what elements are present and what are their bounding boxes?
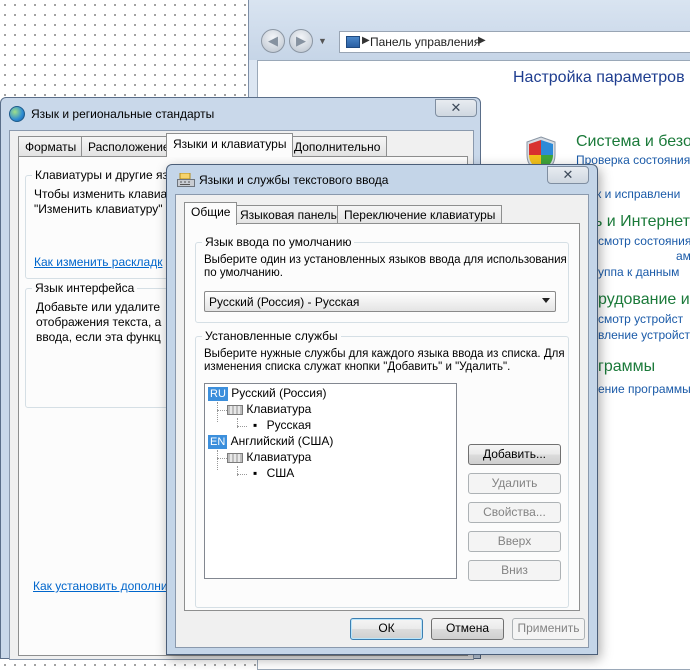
default-language-group: Язык ввода по умолчанию Выберите один из… bbox=[195, 235, 569, 323]
group-description: по умолчанию. bbox=[204, 267, 283, 279]
group-legend: Язык ввода по умолчанию bbox=[202, 235, 355, 249]
forward-button[interactable]: ▶ bbox=[289, 29, 313, 53]
category-link[interactable]: смотр состояния bbox=[598, 234, 690, 248]
control-panel-toolbar: ◀ ▶ ▼ ▶ Панель управления ▶ bbox=[249, 0, 690, 60]
tree-item-language[interactable]: RU Русский (Россия) bbox=[208, 386, 326, 401]
tab-administrative[interactable]: Дополнительно bbox=[287, 136, 388, 156]
tree-line bbox=[217, 458, 227, 459]
remove-button[interactable]: Удалить bbox=[468, 473, 561, 494]
group-description: Выберите нужные службы для каждого языка… bbox=[204, 348, 565, 360]
tab-language-bar[interactable]: Языковая панель bbox=[233, 205, 344, 224]
category-link[interactable]: уппа к данным bbox=[598, 265, 679, 279]
category-link[interactable]: вление устройст bbox=[598, 328, 690, 342]
address-bar[interactable]: ▶ Панель управления ▶ bbox=[339, 31, 690, 53]
cancel-button[interactable]: Отмена bbox=[431, 618, 504, 640]
language-name: Русский (Россия) bbox=[231, 386, 327, 400]
close-button[interactable]: ✕ bbox=[547, 166, 589, 184]
selected-language: Русский (Россия) - Русская bbox=[209, 295, 360, 309]
category-link[interactable]: смотр устройст bbox=[598, 312, 683, 326]
tree-item-layout[interactable]: ▪ Русская bbox=[253, 418, 311, 432]
recent-pages-icon[interactable]: ▼ bbox=[318, 36, 327, 46]
category-programs[interactable]: граммы bbox=[598, 358, 655, 376]
services-tree[interactable]: RU Русский (Россия) Клавиатура ▪ Русская… bbox=[204, 383, 457, 579]
keyboard-icon bbox=[227, 452, 243, 463]
language-badge: RU bbox=[208, 387, 228, 401]
chevron-right-icon[interactable]: ▶ bbox=[362, 35, 370, 46]
language-badge: EN bbox=[208, 435, 228, 449]
tree-line bbox=[237, 426, 247, 427]
change-layout-link[interactable]: Как изменить раскладк bbox=[34, 255, 162, 269]
installed-services-group: Установленные службы Выберите нужные слу… bbox=[195, 329, 569, 608]
group-text: Чтобы изменить клавиа bbox=[34, 187, 168, 201]
category-link[interactable]: ам д bbox=[676, 249, 690, 263]
tree-item-layout[interactable]: ▪ США bbox=[253, 466, 294, 480]
window-title: Язык и региональные стандарты bbox=[31, 107, 215, 121]
tree-line bbox=[217, 402, 218, 422]
category-link[interactable]: к и исправлени bbox=[596, 187, 680, 201]
category-name: Клавиатура bbox=[246, 402, 312, 416]
layout-name: Русская bbox=[266, 418, 312, 432]
install-languages-link[interactable]: Как установить дополнит bbox=[33, 579, 173, 593]
group-text: отображения текста, а bbox=[36, 315, 162, 329]
group-text: ввода, если эта функц bbox=[36, 330, 161, 344]
bullet-icon: ▪ bbox=[253, 466, 258, 480]
category-system-security[interactable]: Система и безоп bbox=[576, 133, 690, 151]
tree-line bbox=[217, 410, 227, 411]
tree-item-category[interactable]: Клавиатура bbox=[227, 450, 311, 464]
bullet-icon: ▪ bbox=[253, 418, 258, 432]
group-description: Выберите один из установленных языков вв… bbox=[204, 254, 567, 266]
tree-line bbox=[237, 474, 247, 475]
tree-item-language[interactable]: EN Английский (США) bbox=[208, 434, 333, 449]
apply-button[interactable]: Применить bbox=[512, 618, 585, 640]
tab-formats[interactable]: Форматы bbox=[18, 136, 84, 156]
tab-general[interactable]: Общие bbox=[184, 202, 238, 225]
category-name: Клавиатура bbox=[246, 450, 312, 464]
ok-button[interactable]: ОК bbox=[350, 618, 423, 640]
tab-panel: Язык ввода по умолчанию Выберите один из… bbox=[184, 223, 580, 611]
text-services-dialog: Языки и службы текстового ввода ✕ Общие … bbox=[166, 164, 598, 655]
tab-keyboards-languages[interactable]: Языки и клавиатуры bbox=[166, 133, 294, 157]
title-bar[interactable]: Язык и региональные стандарты ✕ bbox=[1, 98, 480, 130]
group-legend: Клавиатуры и другие яз bbox=[32, 168, 171, 182]
category-network-internet[interactable]: ь и Интернет bbox=[594, 213, 690, 231]
category-link[interactable]: ение программы bbox=[598, 382, 690, 396]
add-button[interactable]: Добавить... bbox=[468, 444, 561, 465]
move-down-button[interactable]: Вниз bbox=[468, 560, 561, 581]
move-up-button[interactable]: Вверх bbox=[468, 531, 561, 552]
chevron-right-icon[interactable]: ▶ bbox=[478, 35, 486, 46]
keyboard-icon bbox=[177, 173, 195, 187]
page-title: Настройка параметров к bbox=[513, 69, 690, 86]
group-description: изменения списка служат кнопки "Добавить… bbox=[204, 361, 511, 373]
globe-icon bbox=[9, 106, 25, 122]
tab-keyboard-switching[interactable]: Переключение клавиатуры bbox=[337, 205, 503, 224]
tree-item-category[interactable]: Клавиатура bbox=[227, 402, 311, 416]
properties-button[interactable]: Свойства... bbox=[468, 502, 561, 523]
back-button[interactable]: ◀ bbox=[261, 29, 285, 53]
dialog-title: Языки и службы текстового ввода bbox=[199, 173, 389, 187]
group-legend: Язык интерфейса bbox=[32, 281, 138, 295]
default-language-select[interactable]: Русский (Россия) - Русская bbox=[204, 291, 556, 312]
language-name: Английский (США) bbox=[230, 434, 334, 448]
dialog-body: Общие Языковая панель Переключение клави… bbox=[175, 194, 589, 648]
category-hardware-sound[interactable]: рудование и bbox=[598, 291, 690, 309]
group-text: "Изменить клавиатуру" bbox=[34, 202, 163, 216]
layout-name: США bbox=[266, 466, 295, 480]
control-panel-icon bbox=[346, 36, 360, 48]
group-text: Добавьте или удалите bbox=[36, 300, 161, 314]
group-legend: Установленные службы bbox=[202, 329, 341, 343]
address-path: Панель управления bbox=[370, 35, 481, 49]
keyboard-icon bbox=[227, 404, 243, 415]
close-button[interactable]: ✕ bbox=[435, 99, 477, 117]
chevron-down-icon[interactable] bbox=[542, 298, 550, 303]
tab-location[interactable]: Расположение bbox=[81, 136, 177, 156]
tree-line bbox=[217, 450, 218, 470]
